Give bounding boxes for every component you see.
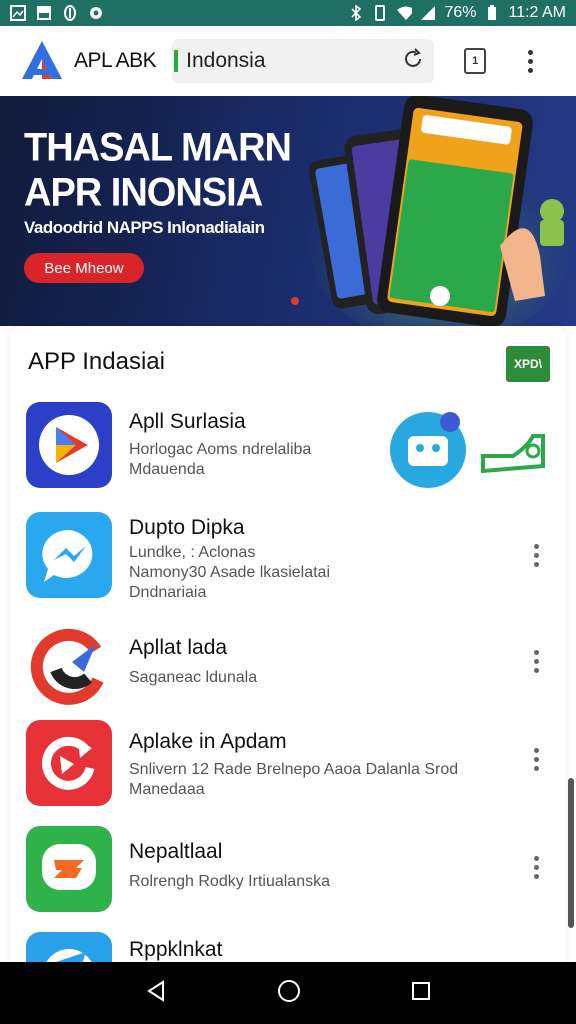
browser-toolbar: APL ABK Indonsia 1 <box>0 26 576 96</box>
play-triangle-icon <box>26 402 112 488</box>
messenger-icon <box>26 512 112 598</box>
app-name: Apll Surlasia <box>129 410 246 433</box>
recents-icon[interactable] <box>411 981 431 1006</box>
app-logo-icon[interactable] <box>20 39 64 83</box>
brand-name: APL ABK <box>74 49 157 72</box>
list-item[interactable]: Dupto Dipka Lundke, : Aclonas Namony30 A… <box>10 510 566 610</box>
reload-icon[interactable] <box>402 47 424 75</box>
app-name: Nepaltlaal <box>129 840 223 863</box>
record-icon <box>88 5 104 21</box>
url-text: Indonsia <box>186 49 266 72</box>
app-name: Dupto Dipka <box>129 516 245 539</box>
signal-icon <box>420 5 436 21</box>
clock: 11:2 AM <box>508 4 566 21</box>
app-description: Rolrengh Rodky Irtiualanska <box>129 873 330 890</box>
swirl-icon <box>26 622 112 708</box>
banner-subtitle: Vadoodrid NAPPS Inlonadialain <box>24 218 265 237</box>
robot-illustration <box>390 412 545 488</box>
app-list-card: APP Indasiai XPD\ Apll Surlasia Horlogac… <box>10 326 566 966</box>
back-icon[interactable] <box>145 979 167 1007</box>
system-nav-bar <box>0 962 576 1024</box>
tabs-icon[interactable]: 1 <box>464 48 487 74</box>
promo-banner[interactable]: THASAL MARN APR INONSIA Vadoodrid NAPPS … <box>0 96 576 326</box>
list-item[interactable]: Nepaltlaal Rolrengh Rodky Irtiualanska <box>10 826 566 926</box>
overflow-menu-icon[interactable] <box>534 748 540 771</box>
banner-cta-button[interactable]: Bee Mheow <box>24 253 144 283</box>
chat-app-icon <box>26 826 112 912</box>
status-bar: 76% 11:2 AM <box>0 0 576 26</box>
image-icon <box>36 5 52 21</box>
list-item[interactable]: Aplake in Apdam Snlivern 12 Rade Brelnep… <box>10 718 566 822</box>
notification-icon <box>62 5 78 21</box>
battery-icon <box>484 5 500 21</box>
banner-title: THASAL MARN APR INONSIA <box>24 125 292 216</box>
app-name: Aplake in Apdam <box>129 730 287 753</box>
list-item[interactable]: Apllat lada Saganeac ldunala <box>10 620 566 720</box>
app-description: Horlogac Aoms ndrelaliba Mdauenda <box>129 441 312 478</box>
battery-percent: 76% <box>444 4 477 21</box>
overflow-menu-icon[interactable] <box>534 650 540 673</box>
overflow-menu-icon[interactable] <box>526 49 534 73</box>
address-bar[interactable]: Indonsia <box>172 39 435 83</box>
bluetooth-icon <box>348 5 364 21</box>
home-icon[interactable] <box>277 979 301 1008</box>
gallery-icon <box>10 5 26 21</box>
refresh-app-icon <box>26 720 112 806</box>
overflow-menu-icon[interactable] <box>534 856 540 879</box>
app-name: Rppklnkat <box>129 938 223 961</box>
list-item[interactable]: Rppklnkat <box>10 930 566 966</box>
phones-illustration <box>291 96 570 326</box>
blue-app-icon <box>26 932 112 966</box>
wifi-icon <box>396 5 413 21</box>
app-name: Apllat lada <box>129 636 228 659</box>
vibrate-icon <box>372 5 388 21</box>
secure-indicator <box>174 50 179 72</box>
app-description: Saganeac ldunala <box>129 669 258 686</box>
app-description: Snlivern 12 Rade Brelnepo Aaoa Dalanla S… <box>129 761 459 798</box>
scrollbar[interactable] <box>568 778 574 928</box>
overflow-menu-icon[interactable] <box>534 544 540 567</box>
app-description: Lundke, : Aclonas Namony30 Asade lkasiel… <box>129 544 331 601</box>
list-item[interactable]: Apll Surlasia Horlogac Aoms ndrelaliba M… <box>10 400 566 500</box>
section-badge[interactable]: XPD\ <box>506 346 550 382</box>
section-title: APP Indasiai <box>28 348 165 375</box>
